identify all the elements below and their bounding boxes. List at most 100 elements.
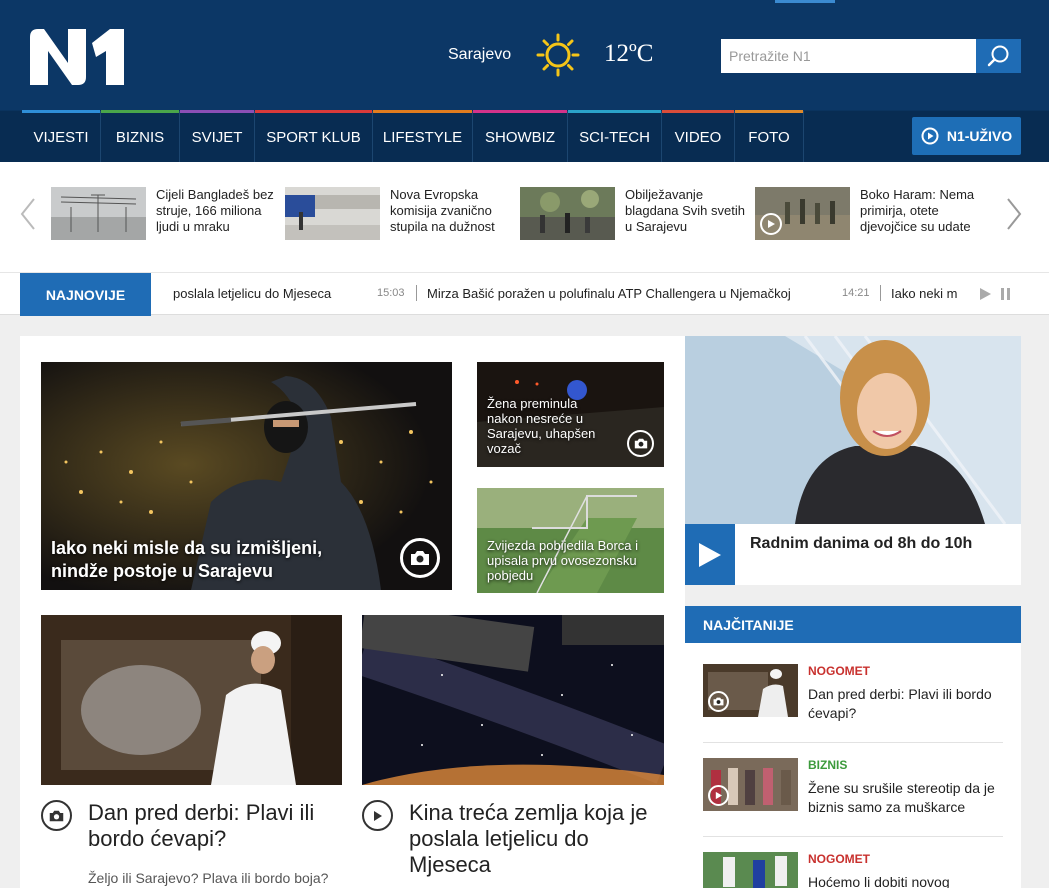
most-read-thumbnail <box>703 852 798 888</box>
strip-headline: Obilježavanje blagdana Svih svetih u Sar… <box>625 187 745 234</box>
nav-color-bar <box>473 110 567 113</box>
most-read-title: Dan pred derbi: Plavi ili bordo ćevapi? <box>808 686 992 721</box>
news-ticker: NAJNOVIJE poslala letjelicu do Mjeseca 1… <box>0 272 1049 316</box>
side-story-title: Zvijezda pobijedila Borca i upisala prvu… <box>487 538 639 583</box>
camera-outline-icon <box>41 800 72 831</box>
side-story-title: Žena preminula nakon nesreće u Sarajevu,… <box>487 396 596 456</box>
nav-item-label: LIFESTYLE <box>382 128 463 146</box>
nav-color-bar <box>662 110 734 113</box>
main-nav: VIJESTI BIZNIS SVIJET SPORT KLUB LIFESTY… <box>0 110 1049 163</box>
bottom-story-right-image[interactable] <box>362 615 664 785</box>
nav-item-lifestyle[interactable]: LIFESTYLE <box>373 110 473 163</box>
strip-headline: Cijeli Bangladeš bez struje, 166 miliona… <box>156 187 274 234</box>
most-read-item[interactable]: NOGOMET Dan pred derbi: Plavi ili bordo … <box>703 664 1003 724</box>
ticker-time: 14:21 <box>842 287 870 299</box>
nav-item-vijesti[interactable]: VIJESTI <box>22 110 101 163</box>
bottom-story-left-title[interactable]: Dan pred derbi: Plavi ili bordo ćevapi? <box>88 800 348 852</box>
most-read-category: NOGOMET <box>808 664 870 678</box>
nav-item-label: SHOWBIZ <box>485 128 555 146</box>
play-circle-icon <box>760 213 782 235</box>
live-label: N1-UŽIVO <box>946 128 1013 144</box>
right-sidebar: Radnim danima od 8h do 10h NAJČITANIJE N… <box>685 336 1021 888</box>
chevron-right-icon[interactable] <box>1004 196 1024 232</box>
nav-item-svijet[interactable]: SVIJET <box>180 110 255 163</box>
bottom-story-left-image[interactable] <box>41 615 342 785</box>
most-read-title: Žene su srušile stereotip da je biznis s… <box>808 780 995 815</box>
most-read-thumbnail <box>703 664 798 717</box>
nav-item-label: VIJESTI <box>33 128 89 146</box>
strip-item[interactable]: Cijeli Bangladeš bez struje, 166 miliona… <box>51 187 286 241</box>
search-input[interactable] <box>721 39 976 73</box>
strip-item[interactable]: Boko Haram: Nema primirja, otete djevojč… <box>755 187 990 241</box>
most-read-item[interactable]: NOGOMET Hoćemo li dobiti novog <box>703 852 1003 888</box>
nav-item-label: SCI-TECH <box>579 128 650 146</box>
nav-item-showbiz[interactable]: SHOWBIZ <box>473 110 568 163</box>
nav-item-label: FOTO <box>748 128 790 146</box>
nav-item-video[interactable]: VIDEO <box>662 110 735 163</box>
show-promo[interactable]: Radnim danima od 8h do 10h <box>685 336 1021 585</box>
camera-icon <box>400 538 440 578</box>
presenter-image <box>685 336 1021 525</box>
most-read-header: NAJČITANIJE <box>685 606 1021 643</box>
search-icon <box>987 45 1008 67</box>
search-button[interactable] <box>976 39 1021 73</box>
strip-headline: Boko Haram: Nema primirja, otete djevojč… <box>860 187 975 234</box>
play-icon[interactable] <box>978 287 992 301</box>
divider <box>703 836 1003 837</box>
lead-story-title: Iako neki misle da su izmišljeni, nindže… <box>51 538 323 581</box>
ticker-item[interactable]: Mirza Bašić poražen u polufinalu ATP Cha… <box>427 286 791 301</box>
play-circle-icon <box>921 127 939 145</box>
side-story-bottom[interactable]: Zvijezda pobijedila Borca i upisala prvu… <box>477 488 664 593</box>
weather-temperature: 12ºC <box>604 40 654 67</box>
nav-color-bar <box>22 110 100 113</box>
nav-item-foto[interactable]: FOTO <box>735 110 804 163</box>
play-icon <box>699 542 721 567</box>
header-accent-line <box>775 0 835 3</box>
bottom-story-right-title[interactable]: Kina treća zemlja koja je poslala letjel… <box>409 800 659 878</box>
most-read-thumbnail <box>703 758 798 811</box>
n1-logo[interactable] <box>30 29 124 85</box>
strip-thumbnail <box>285 187 380 240</box>
site-header: Sarajevo 12ºC <box>0 0 1049 110</box>
most-read-title: Hoćemo li dobiti novog <box>808 874 950 888</box>
side-story-top[interactable]: Žena preminula nakon nesreće u Sarajevu,… <box>477 362 664 467</box>
ticker-item[interactable]: poslala letjelicu do Mjeseca <box>173 286 331 301</box>
nav-color-bar <box>180 110 254 113</box>
strip-item[interactable]: Obilježavanje blagdana Svih svetih u Sar… <box>520 187 755 241</box>
lead-story[interactable]: Iako neki misle da su izmišljeni, nindže… <box>41 362 452 590</box>
sun-icon <box>536 33 580 77</box>
weather-city: Sarajevo <box>448 46 512 63</box>
nav-color-bar <box>101 110 179 113</box>
nav-item-biznis[interactable]: BIZNIS <box>101 110 180 163</box>
strip-headline: Nova Evropska komisija zvanično stupila … <box>390 187 495 234</box>
most-read-list: NOGOMET Dan pred derbi: Plavi ili bordo … <box>685 643 1021 888</box>
camera-icon <box>708 691 729 712</box>
bottom-story-left-excerpt: Željo ili Sarajevo? Plava ili bordo boja… <box>88 870 329 886</box>
play-circle-icon <box>708 785 729 806</box>
ticker-divider <box>880 285 881 301</box>
play-outline-icon <box>362 800 393 831</box>
nav-item-label: SPORT KLUB <box>266 128 361 146</box>
most-read-item[interactable]: BIZNIS Žene su srušile stereotip da je b… <box>703 758 1003 818</box>
ticker-time: 15:03 <box>377 287 405 299</box>
strip-item[interactable]: Nova Evropska komisija zvanično stupila … <box>285 187 520 241</box>
strip-thumbnail <box>520 187 615 240</box>
nav-color-bar <box>255 110 372 113</box>
divider <box>703 742 1003 743</box>
pause-icon[interactable] <box>999 287 1013 301</box>
most-read-category: BIZNIS <box>808 758 848 772</box>
nav-color-bar <box>373 110 472 113</box>
ticker-item[interactable]: Iako neki m <box>891 286 963 301</box>
nav-item-label: BIZNIS <box>115 128 165 146</box>
nav-item-sci-tech[interactable]: SCI-TECH <box>568 110 662 163</box>
promo-play-button[interactable] <box>685 524 735 585</box>
nav-color-bar <box>735 110 803 113</box>
nav-item-label: VIDEO <box>674 128 722 146</box>
chevron-left-icon[interactable] <box>18 196 38 232</box>
most-read-category: NOGOMET <box>808 852 870 866</box>
nav-item-sport-klub[interactable]: SPORT KLUB <box>255 110 373 163</box>
promo-schedule: Radnim danima od 8h do 10h <box>750 535 973 552</box>
nav-item-label: SVIJET <box>191 128 243 146</box>
n1-live-button[interactable]: N1-UŽIVO <box>912 117 1021 155</box>
nav-color-bar <box>568 110 661 113</box>
